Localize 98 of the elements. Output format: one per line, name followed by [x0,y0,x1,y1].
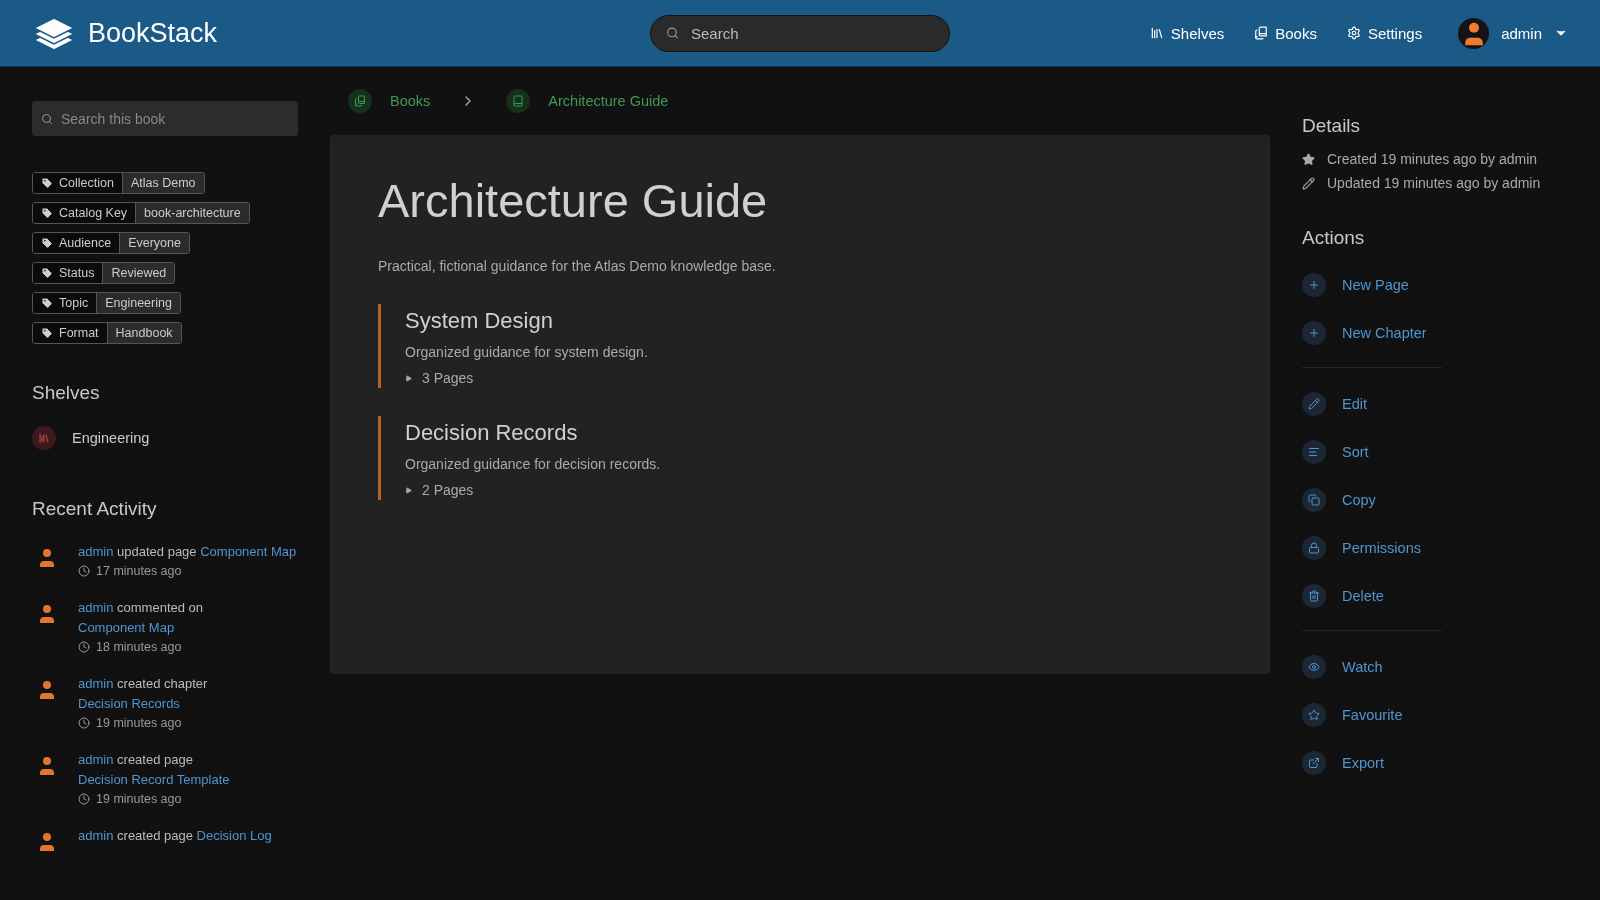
tag-name[interactable]: Collection [33,173,122,193]
action-link[interactable]: Delete [1302,584,1442,608]
page-link[interactable]: Decision Records [78,696,180,711]
action-link[interactable]: Favourite [1302,703,1442,727]
tag-name[interactable]: Status [33,263,103,283]
trash-icon [1308,590,1320,602]
plus-icon [1308,327,1320,339]
pencil-icon [1308,398,1320,410]
page-link[interactable]: Decision Log [196,828,272,843]
app-name[interactable]: BookStack [88,17,218,49]
nav-link[interactable]: Books [1254,24,1317,42]
avatar-icon [1458,17,1490,49]
tag-value[interactable]: Reviewed [102,263,175,283]
clock-icon [78,793,90,805]
eye-icon [1308,661,1320,673]
pages-toggle[interactable]: 3 Pages [405,370,474,386]
detail-text: Updated 19 minutes ago by admin [1327,175,1541,191]
search-icon [666,26,679,40]
section-title: Recent Activity [32,498,158,520]
search-field[interactable]: Search [650,14,950,52]
tag-value[interactable]: book-architecture [135,203,249,223]
tag-icon [41,177,53,189]
action-link[interactable]: New Page [1302,273,1442,297]
action-link[interactable]: Sort [1302,440,1442,464]
action-link[interactable]: New Chapter [1302,321,1442,345]
tag-icon [41,237,53,249]
pencil-icon [1302,176,1315,190]
user-link[interactable]: admin [78,544,114,559]
breadcrumb-link[interactable]: Architecture Guide [506,89,669,113]
tag-name[interactable]: Catalog Key [33,203,136,223]
activity-text: admin updated page Component Map [78,543,297,561]
user-link[interactable]: admin [78,600,114,615]
section-title: Actions [1302,227,1366,249]
clock-icon [78,565,90,577]
tag-icon [41,207,53,219]
section-title: Details [1302,115,1362,137]
user-menu-button[interactable]: admin [1458,17,1568,49]
shelves-icon [1149,26,1164,40]
clock-icon [78,717,90,729]
search-icon [41,112,53,125]
activity-time: 18 minutes ago [78,640,298,654]
activity-time: 19 minutes ago [78,792,298,806]
copy-icon [1308,494,1320,506]
tag-value[interactable]: Atlas Demo [121,173,204,193]
activity-text: admin commented on Component Map [78,599,205,637]
action-link[interactable]: Copy [1302,488,1442,512]
breadcrumb-link[interactable]: Books [348,89,431,113]
chapter-title[interactable]: Decision Records [405,420,1222,446]
book-icon [512,95,525,107]
chapter-description: Organized guidance for decision records. [405,456,662,472]
book-search-field[interactable]: Search this book [32,101,298,136]
tag-name[interactable]: Audience [33,233,120,253]
caret-icon [405,374,412,382]
page-link[interactable]: Decision Record Template [78,772,230,787]
tag-value[interactable]: Engineering [96,293,180,313]
user-link[interactable]: admin [78,752,114,767]
detail-text: Created 19 minutes ago by admin [1327,151,1538,167]
settings-icon [1346,26,1361,40]
tag-name[interactable]: Topic [33,293,97,313]
section-title: Shelves [32,382,101,404]
page-link[interactable]: Component Map [200,544,297,559]
action-link[interactable]: Watch [1302,655,1442,679]
export-icon [1308,757,1320,769]
tag-name[interactable]: Format [33,323,107,343]
chapter-description: Organized guidance for system design. [405,344,649,360]
caret-icon [405,486,412,494]
plus-icon [1308,279,1320,291]
activity-time: 17 minutes ago [78,564,297,578]
clock-icon [78,641,90,653]
book-title: Architecture Guide [378,173,769,228]
books-icon [354,95,366,107]
user-link[interactable]: admin [78,676,114,691]
tag-icon [41,297,53,309]
action-link[interactable]: Edit [1302,392,1442,416]
books-icon [1254,26,1269,40]
tag-icon [41,327,53,339]
lock-icon [1308,542,1320,554]
nav-link[interactable]: Settings [1346,24,1423,42]
chapter-title[interactable]: System Design [405,308,1222,334]
nav-link[interactable]: Shelves [1149,24,1225,42]
activity-text: admin created page Decision Record Template [78,751,231,789]
shelves-icon [38,432,50,444]
star-icon [1308,709,1320,721]
activity-text: admin created page Decision Log [78,827,272,845]
tag-value[interactable]: Handbook [106,323,181,343]
book-description: Practical, fictional guidance for the Atlas Demo knowledge base. [378,258,777,274]
action-link[interactable]: Permissions [1302,536,1442,560]
sort-icon [1308,446,1320,458]
activity-time: 19 minutes ago [78,716,298,730]
star-icon [1302,152,1315,166]
activity-text: admin created chapter Decision Records [78,675,209,713]
tag-icon [41,267,53,279]
pages-toggle[interactable]: 2 Pages [405,482,474,498]
page-link[interactable]: Component Map [78,620,175,635]
shelf-link[interactable]: Engineering [32,426,298,450]
tag-value[interactable]: Everyone [119,233,189,253]
user-link[interactable]: admin [78,828,114,843]
action-link[interactable]: Export [1302,751,1442,775]
